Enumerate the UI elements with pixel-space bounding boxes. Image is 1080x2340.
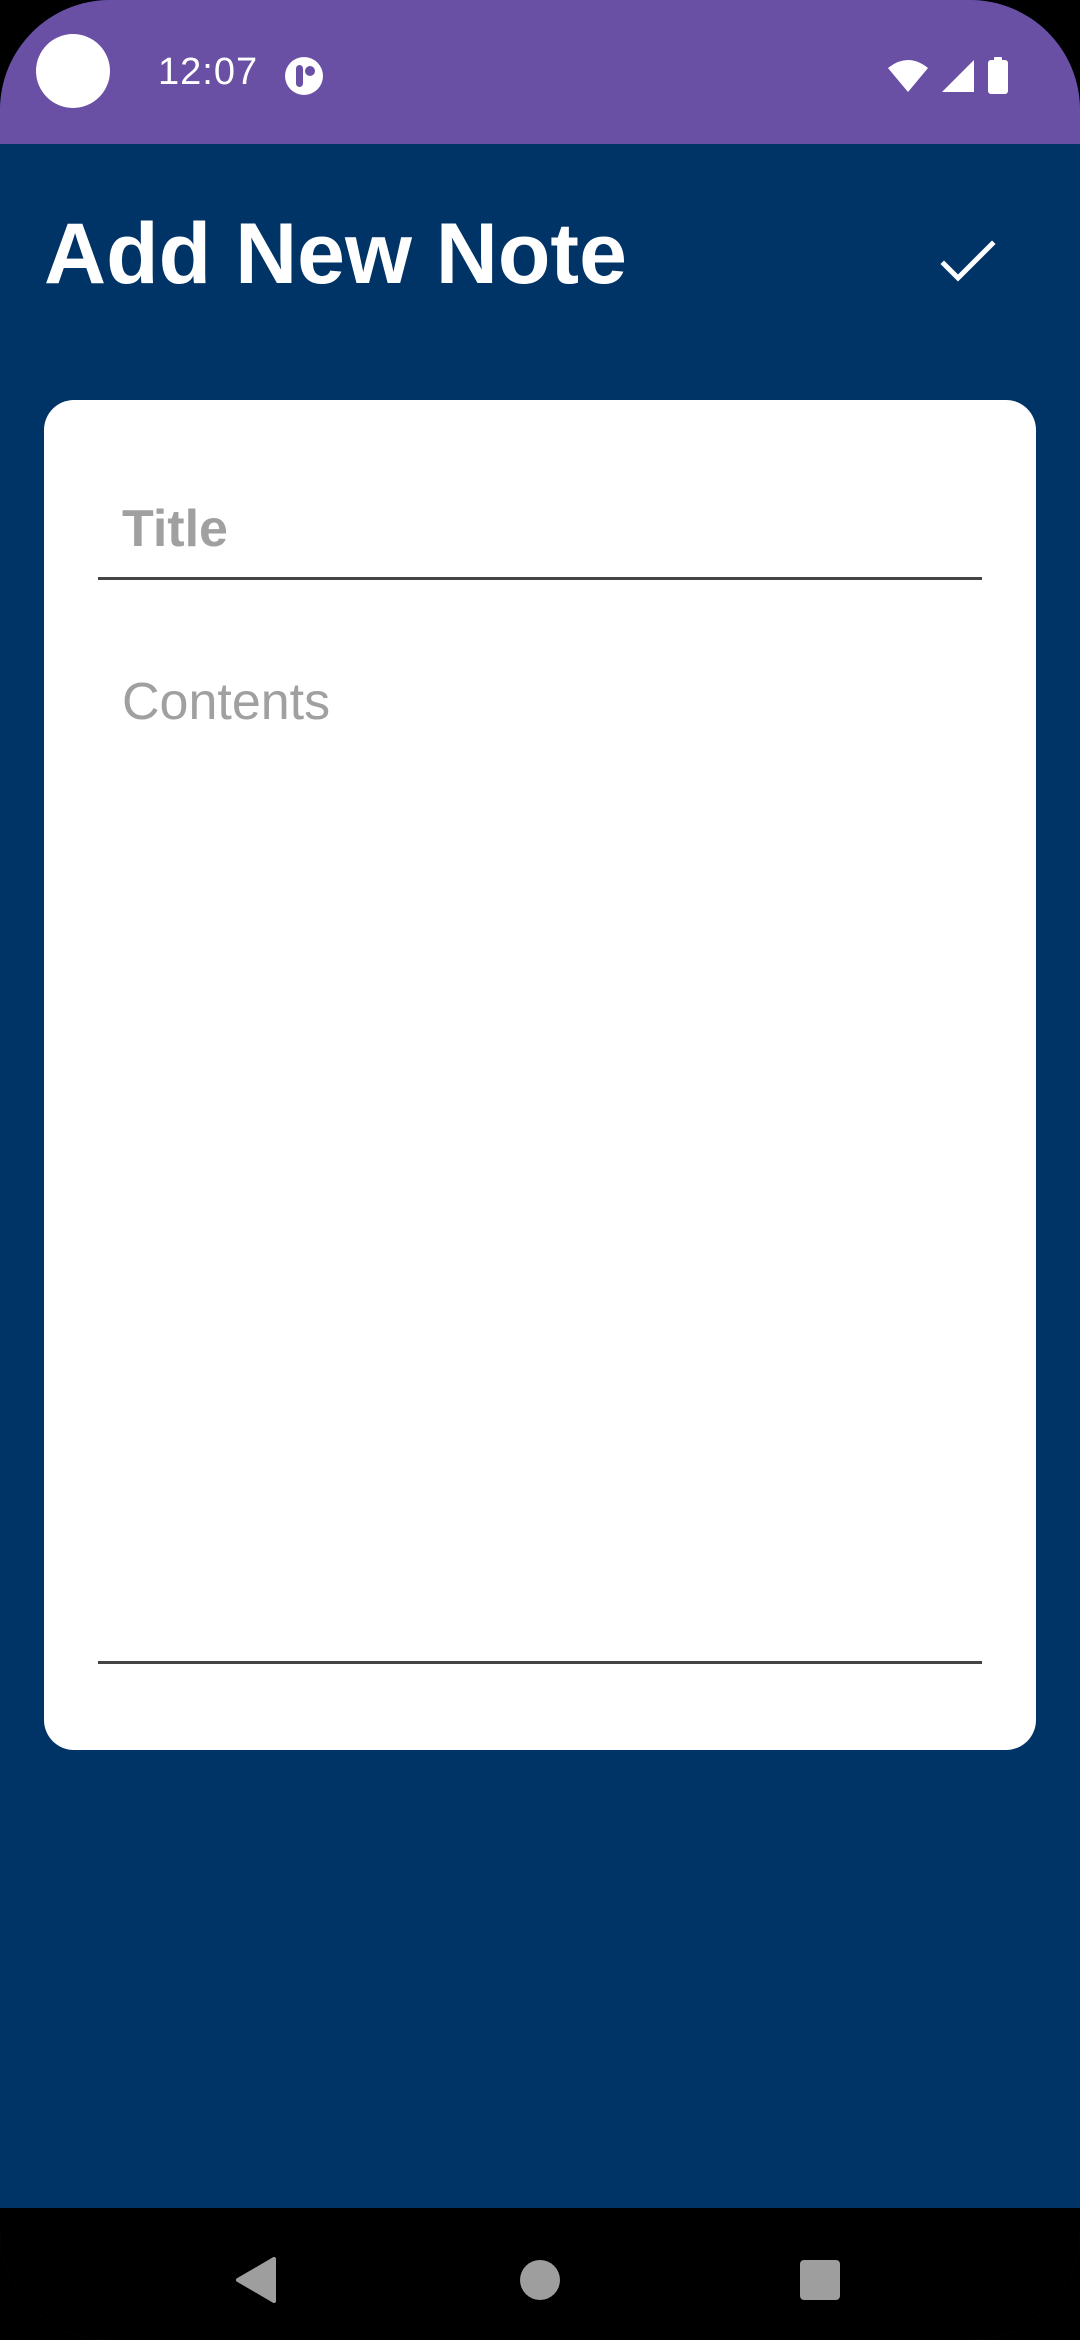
- title-input[interactable]: [122, 494, 962, 564]
- home-button[interactable]: [490, 2230, 590, 2330]
- status-bar: 12:07: [0, 0, 1080, 144]
- camera-cutout: [36, 34, 110, 108]
- device-screen: 12:07 Add New Note: [0, 0, 1080, 2340]
- back-icon: [236, 2257, 276, 2303]
- back-button[interactable]: [206, 2230, 306, 2330]
- note-card: [44, 400, 1036, 1750]
- recents-button[interactable]: [770, 2230, 870, 2330]
- battery-icon: [988, 57, 1008, 94]
- contents-input[interactable]: [122, 670, 962, 1630]
- check-icon: [940, 240, 996, 282]
- contents-field: [98, 670, 982, 1664]
- app-notification-icon: [285, 57, 323, 95]
- app-bar: Add New Note: [0, 144, 1080, 358]
- status-icons: [886, 56, 1010, 96]
- navigation-bar: [0, 2208, 1080, 2340]
- recents-icon: [800, 2260, 840, 2300]
- status-time: 12:07: [158, 51, 259, 93]
- home-icon: [520, 2260, 560, 2300]
- title-field: [98, 490, 982, 580]
- signal-icon: [942, 60, 974, 92]
- wifi-icon: [888, 60, 928, 92]
- save-note-button[interactable]: [920, 214, 1016, 310]
- page-title: Add New Note: [44, 206, 627, 302]
